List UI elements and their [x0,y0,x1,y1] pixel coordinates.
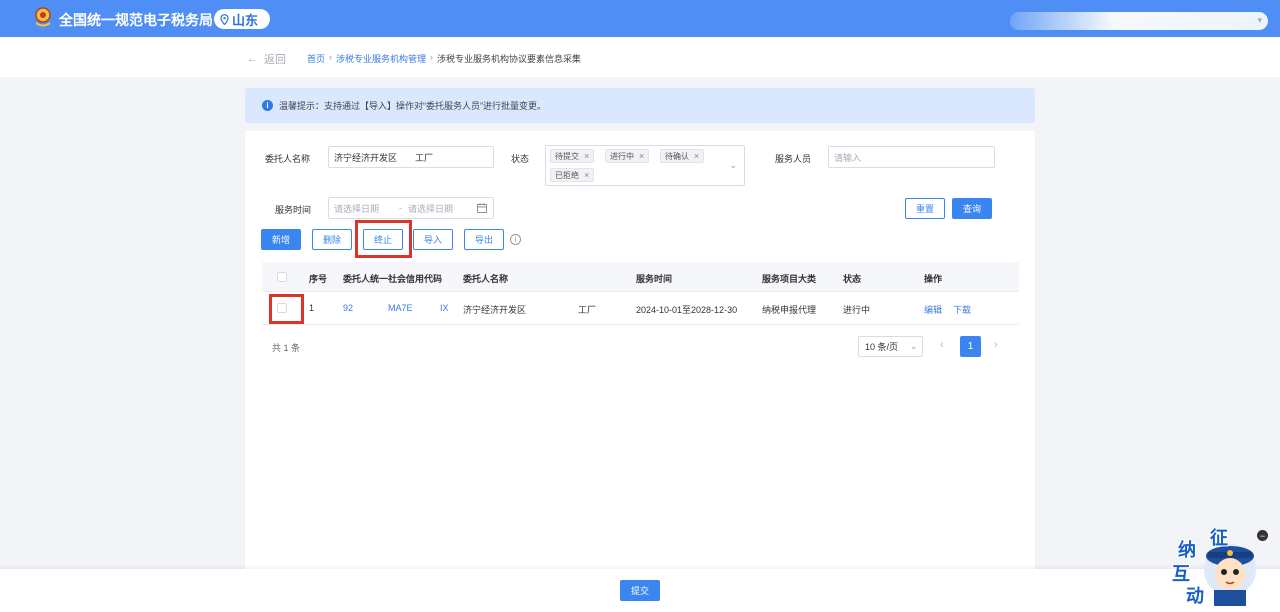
top-header: 全国统一规范电子税务局 山东 ▾ [0,0,1280,37]
status-tag-label: 已拒绝 [555,170,579,180]
highlight-terminate [355,220,412,258]
select-all-checkbox[interactable] [277,272,287,282]
breadcrumb-current: 涉税专业服务机构协议要素信息采集 [437,54,582,64]
breadcrumb-separator: › [329,52,333,62]
row-client-name-suffix: 工厂 [578,305,597,315]
client-name-label: 委托人名称 [265,154,311,164]
client-name-value: 济宁经济开发区 [334,152,398,163]
status-tag-label: 待确认 [665,151,689,161]
close-icon[interactable]: × [694,151,699,161]
tip-text: 温馨提示：支持通过【导入】操作对“委托服务人员”进行批量变更。 [279,101,546,111]
export-button[interactable]: 导出 [464,229,504,250]
status-label: 状态 [511,154,530,164]
status-tag[interactable]: 待提交 × [550,149,595,163]
breadcrumb-bar: ← 返回 首页 › 涉税专业服务机构管理 › 涉税专业服务机构协议要素信息采集 [0,37,1280,77]
back-label: 返回 [264,54,286,66]
chevron-down-icon: ▾ [1257,15,1262,25]
user-menu[interactable]: ▾ [1010,12,1268,30]
row-client-name: 济宁经济开发区 [463,305,527,315]
col-status: 状态 [843,274,862,284]
status-tag[interactable]: 已拒绝 × [550,168,595,182]
row-service-time: 2024-10-01至2028-12-30 [636,305,738,315]
highlight-row-checkbox [269,294,304,324]
back-button[interactable]: ← 返回 [247,51,286,67]
chevron-down-icon: ⌄ [729,160,737,170]
date-separator: - [399,203,403,213]
footer-bar: 提交 [0,569,1280,612]
page-size-select[interactable]: 10 条/页 ⌄ [858,336,923,357]
breadcrumb-agency-management[interactable]: 涉税专业服务机构管理 [336,52,426,65]
mascot-char: 征 [1210,528,1228,548]
status-tag[interactable]: 待确认 × [660,149,705,163]
close-icon[interactable]: × [584,151,589,161]
delete-button[interactable]: 删除 [312,229,352,250]
breadcrumb-home[interactable]: 首页 [307,52,325,65]
mascot-char: 纳 [1178,540,1196,560]
download-link[interactable]: 下载 [953,303,971,316]
breadcrumb: 首页 › 涉税专业服务机构管理 › 涉税专业服务机构协议要素信息采集 [307,52,581,65]
mascot-char: 动 [1186,586,1204,606]
calendar-icon [477,203,487,213]
row-credit-code-part[interactable]: 92 [343,303,353,313]
col-category: 服务项目大类 [762,274,817,284]
info-icon: i [262,100,273,111]
service-time-label: 服务时间 [275,205,312,215]
table-row: 1 92 MA7E IX 济宁经济开发区 工厂 2024-10-01至2028-… [262,292,1019,325]
row-index: 1 [309,303,315,313]
mascot-close-icon[interactable]: − [1257,530,1268,541]
next-page-icon[interactable]: › [994,339,998,351]
reset-button[interactable]: 重置 [905,198,945,219]
client-name-input[interactable]: 济宁经济开发区 工厂 [328,146,494,168]
add-button[interactable]: 新增 [261,229,301,250]
import-button[interactable]: 导入 [413,229,453,250]
mascot-widget[interactable]: 征 纳 互 动 [1168,522,1268,608]
row-credit-code-part[interactable]: IX [440,303,449,313]
col-credit-code: 委托人统一社会信用代码 [343,274,443,284]
table-header: 序号 委托人统一社会信用代码 委托人名称 服务时间 服务项目大类 状态 操作 [262,262,1019,292]
page-size-value: 10 条/页 [865,342,899,352]
info-icon[interactable]: i [510,234,521,245]
region-label: 山东 [232,12,259,28]
service-person-label: 服务人员 [775,154,812,164]
row-credit-code-part[interactable]: MA7E [388,303,413,313]
close-icon[interactable]: × [584,170,589,180]
col-index: 序号 [309,274,328,284]
tip-banner: i 温馨提示：支持通过【导入】操作对“委托服务人员”进行批量变更。 [245,88,1035,123]
row-category: 纳税申报代理 [762,305,817,315]
submit-button[interactable]: 提交 [620,580,660,601]
tax-emblem-icon [35,7,51,27]
chevron-down-icon: ⌄ [910,341,918,351]
breadcrumb-separator: › [430,52,434,62]
date-end-placeholder: 请选择日期 [408,203,454,214]
close-icon[interactable]: × [639,151,644,161]
page-number-current[interactable]: 1 [960,336,981,357]
arrow-left-icon: ← [247,53,258,65]
col-client-name: 委托人名称 [463,274,509,284]
prev-page-icon[interactable]: ‹ [940,339,944,351]
col-actions: 操作 [924,274,943,284]
row-status: 进行中 [843,305,871,315]
status-tag[interactable]: 进行中 × [605,149,650,163]
status-tag-label: 待提交 [555,151,579,161]
service-person-input[interactable]: 请输入 [828,146,995,168]
site-title: 全国统一规范电子税务局 [59,12,213,28]
status-tag-label: 进行中 [610,151,634,161]
date-start-placeholder: 请选择日期 [334,203,380,214]
service-person-placeholder: 请输入 [834,152,862,163]
query-button[interactable]: 查询 [952,198,992,219]
location-pin-icon [220,13,229,25]
col-service-time: 服务时间 [636,274,673,284]
client-name-suffix: 工厂 [415,152,434,163]
total-count: 共 1 条 [272,343,301,353]
region-selector[interactable]: 山东 [214,9,270,29]
edit-link[interactable]: 编辑 [924,303,942,316]
service-time-range[interactable]: 请选择日期 - 请选择日期 [328,197,494,219]
